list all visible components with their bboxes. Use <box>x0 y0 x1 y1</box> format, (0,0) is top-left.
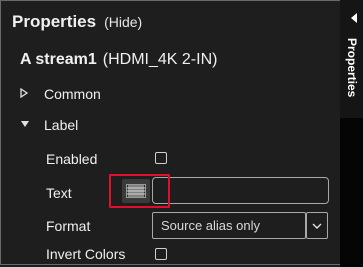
section-common-label: Common <box>44 86 101 102</box>
caret-left-icon[interactable] <box>351 13 357 23</box>
properties-side-tab[interactable]: Properties <box>344 38 360 118</box>
text-input[interactable] <box>152 177 329 204</box>
stream-name: A stream1 <box>20 51 97 68</box>
panel-title: Properties <box>12 12 97 31</box>
invert-colors-label: Invert Colors <box>46 246 126 262</box>
text-label: Text <box>46 185 72 201</box>
stream-title: A stream1 (HDMI_4K 2-IN) <box>20 51 217 69</box>
format-dropdown-button[interactable] <box>306 212 328 239</box>
hide-link[interactable]: (Hide) <box>104 14 142 30</box>
invert-colors-checkbox[interactable] <box>155 248 167 260</box>
properties-panel: Properties (Hide) A stream1 (HDMI_4K 2-IN… <box>0 0 340 267</box>
enabled-checkbox[interactable] <box>155 152 167 164</box>
section-common[interactable]: Common <box>20 86 101 102</box>
chevron-down-icon <box>312 223 322 229</box>
stream-device: (HDMI_4K 2-IN) <box>102 51 218 68</box>
section-label[interactable]: Label <box>20 117 78 133</box>
side-strip-dark <box>340 118 363 267</box>
highlight-box <box>109 174 170 208</box>
format-select[interactable]: Source alias only <box>152 212 306 239</box>
format-label: Format <box>46 218 91 234</box>
panel-header: Properties (Hide) <box>12 12 142 32</box>
format-select-value: Source alias only <box>161 218 260 233</box>
enabled-label: Enabled <box>46 151 98 167</box>
section-label-label: Label <box>44 117 79 133</box>
triangle-right-icon <box>20 87 32 101</box>
triangle-down-icon <box>20 120 32 131</box>
